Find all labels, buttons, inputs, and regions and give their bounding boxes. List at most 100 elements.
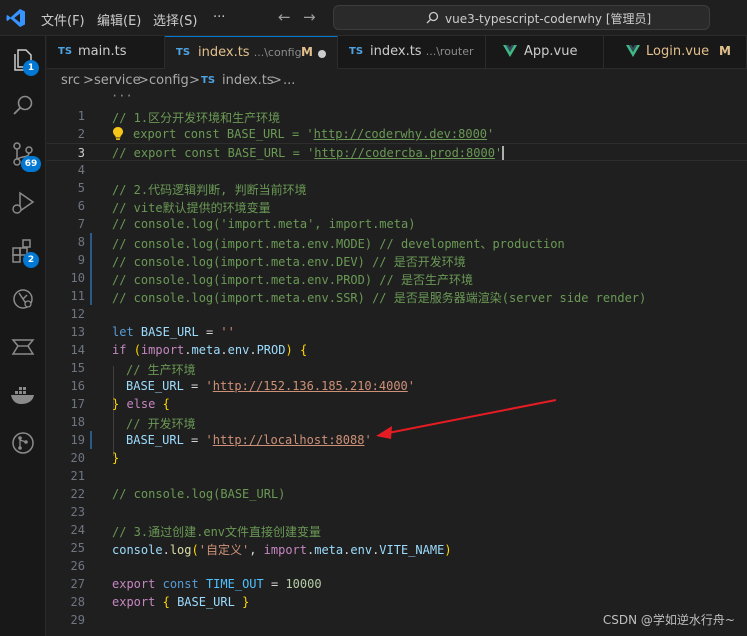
remote-explorer-button[interactable]: [8, 284, 38, 314]
gutter-change-mark[interactable]: [90, 269, 92, 287]
extensions-badge: 2: [23, 252, 39, 268]
breadcrumb-file[interactable]: index.ts: [222, 73, 274, 88]
code-line-9: 9 // console.log(import.meta.env.DEV) //…: [77, 251, 466, 269]
code-line-1: 1 // 1.区分开发环境和生产环境: [77, 109, 281, 125]
tab-main-ts[interactable]: TS main.ts: [47, 36, 165, 69]
explorer-button[interactable]: 1: [8, 44, 39, 76]
activity-bar: 1 69 2: [0, 36, 46, 636]
typescript-icon: TS: [349, 46, 364, 57]
tab-label: App.vue: [524, 44, 578, 59]
tab-hint: ...\config: [253, 46, 302, 59]
tab-index-ts-config[interactable]: TS index.ts ...\config M: [165, 36, 338, 69]
vue-icon: [503, 45, 517, 57]
code-editor[interactable]: ··· 1 // 1.区分开发环境和生产环境 2 export const BA…: [47, 93, 747, 636]
breadcrumb-src[interactable]: src: [61, 73, 80, 88]
docker-button[interactable]: [8, 380, 38, 410]
tab-label: index.ts ...\router: [370, 44, 474, 59]
code-line-20: 20 }: [70, 451, 120, 465]
text-cursor: [502, 146, 505, 160]
breadcrumb-config[interactable]: config: [149, 73, 189, 88]
code-line-25: 25 console.log('自定义', import.meta.env.VI…: [70, 541, 452, 557]
code-line-23: 23: [70, 505, 85, 519]
search-button[interactable]: [8, 91, 38, 121]
breadcrumb-separator: >: [189, 73, 200, 88]
modified-indicator: M: [719, 44, 731, 58]
menu-file[interactable]: 文件(F): [41, 10, 85, 29]
gutter-change-mark[interactable]: [90, 431, 92, 449]
breadcrumb-separator: >: [271, 73, 282, 88]
tab-login-vue[interactable]: Login.vue M: [604, 36, 747, 69]
code-line-5: 5 // 2.代码逻辑判断, 判断当前环境: [77, 181, 307, 197]
code-line-15: 15 // 生产环境: [70, 361, 196, 377]
menu-more[interactable]: ···: [213, 10, 225, 25]
code-line-11: 11 // console.log(import.meta.env.SSR) /…: [70, 287, 647, 305]
explorer-badge: 1: [23, 60, 39, 76]
gutter-change-mark[interactable]: [90, 251, 92, 269]
flask-icon: [11, 339, 35, 355]
unsaved-dot-icon[interactable]: [318, 50, 326, 58]
menu-selection[interactable]: 选择(S): [153, 10, 197, 29]
remote-explorer-icon: [13, 289, 33, 309]
testing-button[interactable]: [8, 332, 38, 362]
forward-arrow-icon[interactable]: →: [303, 8, 316, 26]
tab-label: main.ts: [78, 44, 127, 59]
run-debug-icon: [12, 191, 35, 214]
code-line-8: 8 // console.log(import.meta.env.MODE) /…: [77, 233, 565, 251]
run-debug-button[interactable]: [8, 188, 38, 218]
vscode-logo-icon[interactable]: [6, 8, 26, 28]
source-control-button[interactable]: 69: [8, 139, 41, 172]
code-line-10: 10 // console.log(import.meta.env.PROD) …: [70, 269, 473, 287]
title-bar: 文件(F) 编辑(E) 选择(S) ··· ← → vue3-typescrip…: [0, 0, 747, 36]
breadcrumb-ellipsis[interactable]: ...: [283, 73, 295, 88]
typescript-icon: TS: [58, 46, 73, 57]
code-line-18: 18 // 开发环境: [70, 415, 196, 431]
typescript-icon: TS: [176, 47, 191, 58]
tab-app-vue[interactable]: App.vue: [486, 36, 604, 69]
editor-tabs: TS main.ts TS index.ts ...\config M TS i…: [47, 36, 747, 69]
code-line-27: 27 export const TIME_OUT = 10000: [70, 577, 322, 591]
tab-label: Login.vue: [646, 44, 710, 59]
typescript-icon: TS: [201, 75, 216, 86]
code-line-21: 21: [70, 469, 85, 483]
docker-icon: [11, 387, 34, 404]
modified-indicator: M: [301, 45, 313, 59]
code-line-12: 12: [70, 307, 85, 321]
code-line-3: 3 // export const BASE_URL = 'http://cod…: [47, 143, 747, 161]
watermark: CSDN @学如逆水行舟~: [602, 613, 735, 627]
code-line-13: 13 let BASE_URL = '': [70, 325, 235, 339]
vue-icon: [626, 45, 640, 57]
git-graph-icon: [12, 432, 34, 454]
breadcrumb-separator: >: [83, 73, 94, 88]
scm-badge: 69: [21, 156, 41, 172]
code-line-17: 17 } else {: [70, 397, 170, 411]
search-view-icon: [13, 95, 33, 115]
back-arrow-icon[interactable]: ←: [278, 8, 291, 26]
code-line-19: 19 BASE_URL = 'http://localhost:8088': [70, 431, 372, 449]
code-line-26: 26: [70, 559, 85, 573]
lightbulb-icon[interactable]: [111, 126, 125, 141]
menu-edit[interactable]: 编辑(E): [97, 10, 141, 29]
breadcrumb: src > service > config > TS index.ts > .…: [47, 69, 747, 93]
extensions-button[interactable]: 2: [8, 236, 39, 268]
code-line-16: 16 BASE_URL = 'http://152.136.185.210:40…: [70, 379, 416, 393]
code-line-22: 22 // console.log(BASE_URL): [70, 487, 286, 501]
breadcrumb-service[interactable]: service: [94, 73, 141, 88]
search-icon: [426, 11, 439, 24]
command-center[interactable]: vue3-typescript-coderwhy [管理员]: [333, 5, 710, 30]
gutter-change-mark[interactable]: [90, 287, 92, 305]
code-line-2: 2 export const BASE_URL = 'http://coderw…: [77, 126, 495, 141]
breadcrumb-separator: >: [138, 73, 149, 88]
tab-hint: ...\router: [425, 45, 474, 58]
gutter-change-mark[interactable]: [90, 233, 92, 251]
code-line-24: 24 // 3.通过创建.env文件直接创建变量: [70, 523, 322, 539]
sticky-scroll: ···: [111, 93, 133, 103]
code-line-28: 28 export { BASE_URL }: [70, 595, 250, 609]
code-line-6: 6 // vite默认提供的环境变量: [77, 199, 271, 215]
code-line-7: 7 // console.log('import.meta', import.m…: [77, 217, 416, 231]
code-line-14: 14 if (import.meta.env.PROD) {: [70, 343, 308, 357]
command-center-text: vue3-typescript-coderwhy [管理员]: [445, 12, 652, 26]
tab-label: index.ts ...\config: [198, 45, 302, 60]
code-line-4: 4: [77, 163, 85, 177]
git-graph-button[interactable]: [8, 428, 38, 458]
tab-index-ts-router[interactable]: TS index.ts ...\router: [338, 36, 486, 69]
